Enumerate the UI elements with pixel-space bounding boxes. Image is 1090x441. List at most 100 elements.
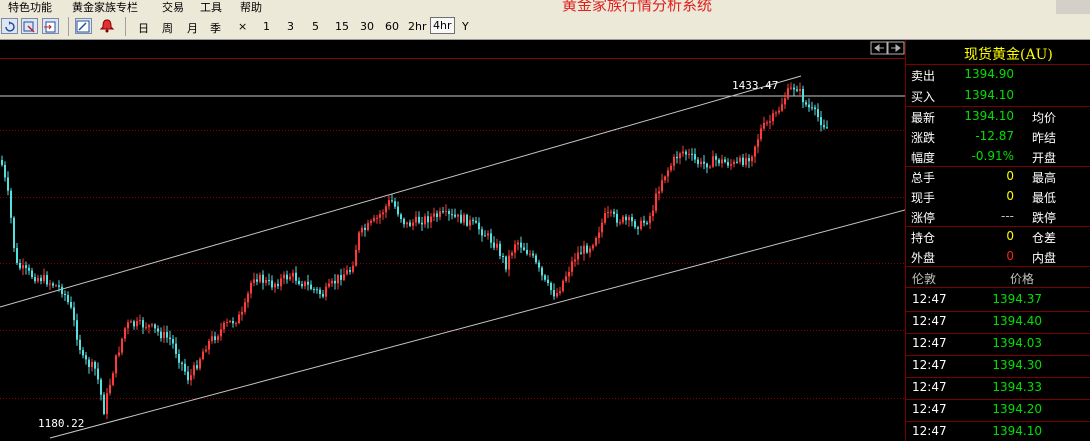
candle-body xyxy=(808,104,810,108)
period-day[interactable]: 日 xyxy=(138,20,149,36)
menu-gold-family-column[interactable]: 黄金家族专栏 xyxy=(72,0,138,14)
candle-body xyxy=(562,280,564,292)
candle-body xyxy=(82,350,84,356)
export-icon[interactable] xyxy=(42,18,59,34)
draw-pen-icon[interactable] xyxy=(75,18,92,34)
candle-body xyxy=(541,267,543,276)
candle-body xyxy=(112,373,114,385)
candle-body xyxy=(580,252,582,254)
candle-body xyxy=(226,321,228,323)
candle-body xyxy=(688,153,690,155)
candle-body xyxy=(484,235,486,237)
toolbar: 日 周 月 季 × 1 3 5 15 30 60 2hr 4hr Y xyxy=(0,14,1090,40)
candle-body xyxy=(757,139,759,147)
divider xyxy=(906,226,1090,227)
zoom-icon[interactable] xyxy=(21,18,38,34)
candle-body xyxy=(604,213,606,223)
period-5min[interactable]: 5 xyxy=(312,20,319,33)
candle-body xyxy=(385,206,387,213)
candle-body xyxy=(466,214,468,226)
divider xyxy=(906,333,1090,334)
tick-price: 1394.40 xyxy=(992,314,1042,328)
alarm-bell-icon[interactable] xyxy=(99,18,116,34)
candle-body xyxy=(286,274,288,280)
period-year[interactable]: Y xyxy=(462,20,469,33)
candle-body xyxy=(259,274,261,282)
candle-body xyxy=(133,321,135,327)
period-month[interactable]: 月 xyxy=(187,20,198,36)
candle-body xyxy=(565,276,567,281)
buy-label: 买入 xyxy=(911,90,936,104)
candle-body xyxy=(655,193,657,211)
buy-value: 1394.10 xyxy=(964,88,1014,102)
period-week[interactable]: 周 xyxy=(162,20,173,36)
menu-help[interactable]: 帮助 xyxy=(240,0,262,14)
candle-body xyxy=(256,279,258,282)
candle-body xyxy=(511,252,513,256)
candle-body xyxy=(19,263,21,269)
candle-body xyxy=(181,362,183,364)
menu-special-features[interactable]: 特色功能 xyxy=(8,0,52,14)
period-close[interactable]: × xyxy=(238,20,247,33)
candle-body xyxy=(724,159,726,163)
candle-body xyxy=(283,274,285,279)
tick-time: 12:47 xyxy=(912,424,947,438)
candle-body xyxy=(442,211,444,213)
candle-body xyxy=(202,351,204,360)
candle-body xyxy=(646,222,648,224)
window-controls[interactable] xyxy=(1056,0,1090,14)
candle-body xyxy=(22,265,24,269)
candle-body xyxy=(115,355,117,374)
tick-price: 1394.20 xyxy=(992,402,1042,416)
candle-body xyxy=(277,283,279,287)
candle-body xyxy=(25,265,27,268)
period-3min[interactable]: 3 xyxy=(287,20,294,33)
current-volume-label: 现手 xyxy=(911,191,936,205)
period-1min[interactable]: 1 xyxy=(263,20,270,33)
candle-body xyxy=(427,216,429,223)
candle-body xyxy=(238,314,240,324)
period-quarter[interactable]: 季 xyxy=(210,20,221,36)
candle-body xyxy=(253,279,255,283)
period-60min[interactable]: 60 xyxy=(385,20,399,33)
tick-price: 1394.03 xyxy=(992,336,1042,350)
candle-body xyxy=(142,320,144,328)
latest-label: 最新 xyxy=(911,111,936,125)
candle-body xyxy=(451,214,453,216)
candle-body xyxy=(169,337,171,339)
candle-body xyxy=(448,211,450,214)
candle-body xyxy=(313,289,315,291)
candle-body xyxy=(811,107,813,109)
candle-body xyxy=(358,232,360,250)
candle-body xyxy=(700,161,702,164)
candle-body xyxy=(361,227,363,233)
candle-body xyxy=(463,214,465,223)
candle-body xyxy=(718,159,720,164)
candle-body xyxy=(91,362,93,367)
candle-body xyxy=(568,271,570,277)
tick-price-header: 价格 xyxy=(1010,272,1035,286)
candle-body xyxy=(232,321,234,324)
candle-body xyxy=(439,211,441,217)
candle-body xyxy=(619,222,621,224)
menu-trade[interactable]: 交易 xyxy=(162,0,184,14)
candle-body xyxy=(331,280,333,284)
period-15min[interactable]: 15 xyxy=(335,20,349,33)
candle-body xyxy=(508,255,510,270)
candle-body xyxy=(802,89,804,103)
candle-body xyxy=(778,110,780,113)
candle-body xyxy=(319,289,321,294)
tick-time: 12:47 xyxy=(912,336,947,350)
change-label: 涨跌 xyxy=(911,131,936,145)
candle-body xyxy=(136,321,138,327)
candle-body xyxy=(433,213,435,217)
menu-tools[interactable]: 工具 xyxy=(200,0,222,14)
refresh-icon[interactable] xyxy=(1,18,18,34)
candlestick-chart[interactable]: 1433.47 1180.22 xyxy=(0,40,905,441)
percent-change-value: -0.91% xyxy=(971,149,1014,163)
period-2hr[interactable]: 2hr xyxy=(408,20,427,33)
candle-body xyxy=(214,336,216,340)
period-30min[interactable]: 30 xyxy=(360,20,374,33)
current-volume-value: 0 xyxy=(1006,189,1014,203)
period-4hr[interactable]: 4hr xyxy=(430,17,455,34)
